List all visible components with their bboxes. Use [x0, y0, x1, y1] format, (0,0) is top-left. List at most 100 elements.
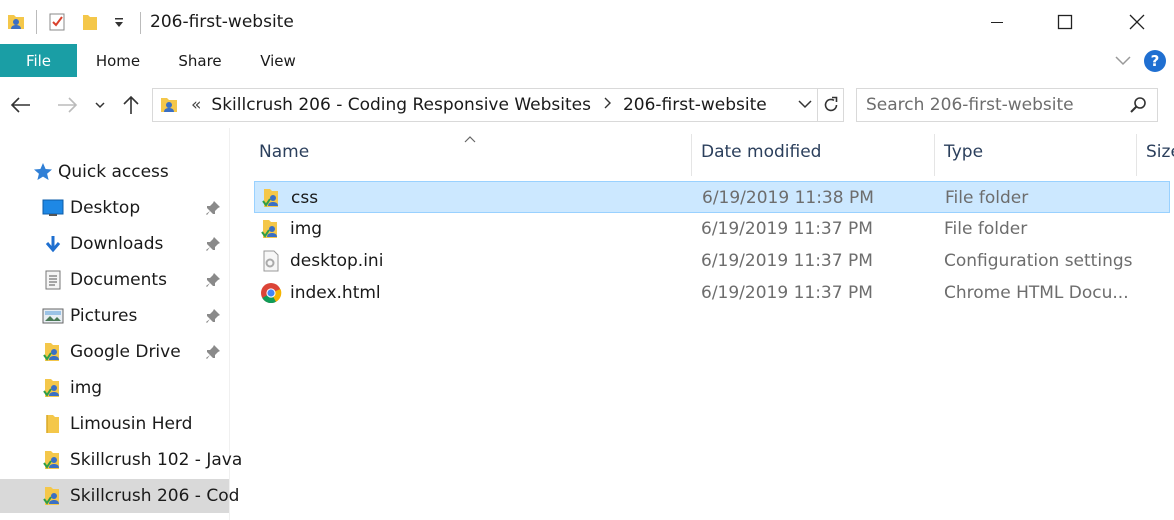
back-button[interactable] [8, 92, 34, 118]
pin-icon[interactable] [205, 200, 221, 221]
file-row[interactable]: index.html 6/19/2019 11:37 PM Chrome HTM… [254, 277, 1170, 309]
column-header-date-modified[interactable]: Date modified [701, 128, 821, 176]
nav-label: Pictures [70, 306, 138, 326]
address-history-button[interactable] [797, 95, 813, 118]
arrow-right-icon [58, 97, 78, 113]
file-row[interactable]: img 6/19/2019 11:37 PM File folder [254, 213, 1170, 245]
maximize-icon [1057, 14, 1073, 30]
column-header-name[interactable]: Name [259, 128, 309, 176]
sort-ascending-icon [464, 128, 476, 148]
nav-label: Downloads [70, 234, 164, 254]
arrow-up-icon [123, 95, 139, 114]
file-row[interactable]: css 6/19/2019 11:38 PM File folder [254, 181, 1170, 213]
close-button[interactable] [1102, 0, 1172, 44]
breadcrumb-overflow[interactable]: « [191, 95, 201, 115]
properties-icon[interactable] [47, 10, 67, 34]
nav-quick-access[interactable]: Quick access [0, 155, 229, 189]
minimize-button[interactable] [962, 0, 1032, 44]
quick-access-toolbar [6, 10, 125, 34]
column-header-size[interactable]: Size [1146, 128, 1174, 176]
search-input[interactable] [866, 95, 1116, 115]
shared-folder-icon [260, 218, 282, 240]
shared-folder-icon [42, 342, 64, 362]
file-date-modified: 6/19/2019 11:38 PM [702, 188, 874, 208]
window-folder-icon[interactable] [6, 10, 26, 34]
folder-icon [42, 414, 64, 434]
expand-ribbon-button[interactable] [1114, 51, 1132, 71]
file-date-modified: 6/19/2019 11:37 PM [701, 219, 873, 239]
window-title: 206-first-website [150, 12, 294, 32]
file-date-modified: 6/19/2019 11:37 PM [701, 283, 873, 303]
file-row[interactable]: desktop.ini 6/19/2019 11:37 PM Configura… [254, 245, 1170, 277]
tab-view[interactable]: View [248, 44, 308, 77]
file-type: Configuration settings [944, 251, 1133, 271]
close-icon [1129, 14, 1145, 30]
tab-file[interactable]: File [0, 44, 77, 77]
new-folder-icon[interactable] [81, 10, 99, 34]
nav-label: Skillcrush 102 - Java [70, 450, 243, 470]
recent-locations-button[interactable] [88, 92, 112, 118]
nav-label: img [70, 378, 103, 398]
nav-label: Quick access [58, 162, 169, 182]
nav-item-img[interactable]: img [0, 371, 229, 405]
title-bar: 206-first-website [0, 0, 1174, 44]
download-arrow-icon [42, 234, 64, 254]
ribbon: File Home Share View ? [0, 44, 1174, 78]
nav-item-desktop[interactable]: Desktop [0, 191, 229, 225]
file-name: index.html [290, 283, 381, 303]
breadcrumb-separator-icon[interactable] [603, 97, 611, 113]
file-list: Name Date modified Type Size css 6/19/20… [240, 128, 1174, 520]
star-icon [32, 162, 54, 182]
chevron-down-icon [95, 102, 105, 109]
navigation-bar: « Skillcrush 206 - Coding Responsive Web… [0, 80, 1174, 128]
chevron-down-icon [1115, 56, 1131, 66]
file-name: desktop.ini [290, 251, 384, 271]
navigation-pane: Quick access Desktop Downloads Documents… [0, 128, 242, 520]
shared-folder-icon [42, 486, 64, 506]
help-button[interactable]: ? [1144, 50, 1166, 72]
up-button[interactable] [118, 92, 144, 118]
location-folder-icon [159, 95, 179, 115]
shared-folder-icon [42, 450, 64, 470]
breadcrumb-item[interactable]: 206-first-website [623, 95, 767, 115]
nav-item-pictures[interactable]: Pictures [0, 299, 229, 333]
chevron-down-icon [798, 100, 812, 109]
minimize-icon [991, 22, 1003, 23]
pin-icon[interactable] [205, 236, 221, 257]
file-name: img [290, 219, 323, 239]
refresh-button[interactable] [817, 89, 843, 121]
customize-toolbar-dropdown-icon[interactable] [113, 10, 125, 34]
forward-button[interactable] [54, 92, 80, 118]
search-box[interactable] [856, 88, 1158, 122]
settings-file-icon [260, 250, 282, 272]
nav-item-skillcrush-206[interactable]: Skillcrush 206 - Cod [0, 479, 239, 513]
pictures-icon [42, 306, 64, 326]
file-type: Chrome HTML Docu... [944, 283, 1129, 303]
nav-item-skillcrush-102[interactable]: Skillcrush 102 - Java [0, 443, 242, 477]
column-divider[interactable] [934, 134, 935, 176]
pin-icon[interactable] [205, 308, 221, 329]
shared-folder-icon [42, 378, 64, 398]
file-type: File folder [944, 219, 1028, 239]
toolbar-divider [36, 10, 37, 34]
column-header-type[interactable]: Type [944, 128, 983, 176]
nav-item-limousin-herd[interactable]: Limousin Herd [0, 407, 229, 441]
refresh-icon [824, 96, 837, 112]
ribbon-controls: ? [1114, 50, 1166, 72]
pin-icon[interactable] [205, 344, 221, 365]
column-divider[interactable] [1136, 134, 1137, 176]
title-divider [140, 12, 141, 34]
maximize-button[interactable] [1030, 0, 1100, 44]
nav-item-downloads[interactable]: Downloads [0, 227, 229, 261]
search-icon[interactable] [1129, 96, 1147, 119]
pin-icon[interactable] [205, 272, 221, 293]
breadcrumb-item[interactable]: Skillcrush 206 - Coding Responsive Websi… [211, 95, 591, 115]
column-divider[interactable] [691, 134, 692, 176]
nav-item-google-drive[interactable]: Google Drive [0, 335, 229, 369]
address-bar[interactable]: « Skillcrush 206 - Coding Responsive Web… [152, 88, 844, 122]
shared-folder-icon [261, 187, 283, 209]
nav-label: Documents [70, 270, 167, 290]
tab-share[interactable]: Share [168, 44, 232, 77]
nav-item-documents[interactable]: Documents [0, 263, 229, 297]
tab-home[interactable]: Home [86, 44, 150, 77]
